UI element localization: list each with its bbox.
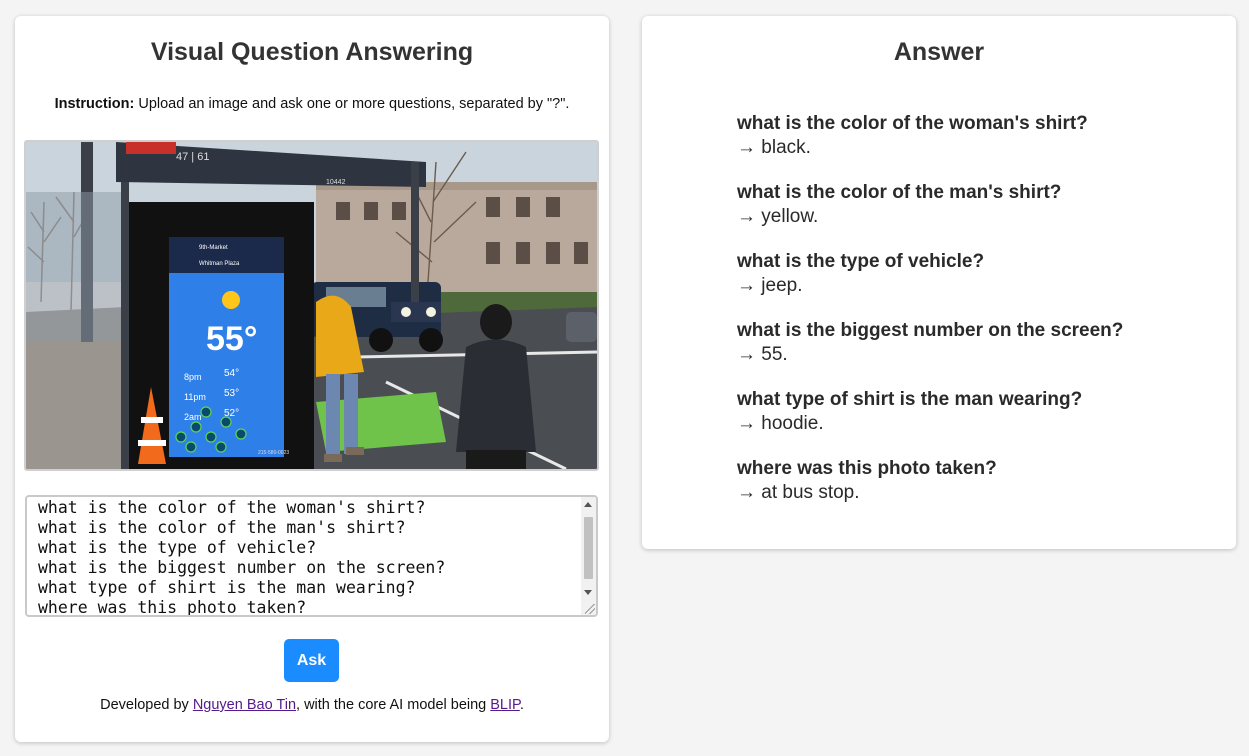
answer-question: what is the color of the woman's shirt?: [737, 113, 1088, 134]
svg-text:215-580-0023: 215-580-0023: [258, 450, 289, 456]
scroll-thumb[interactable]: [584, 517, 593, 579]
answer-item: what is the type of vehicle? → jeep.: [737, 250, 1217, 297]
answer-text: → 55.: [737, 344, 788, 365]
svg-text:53°: 53°: [224, 388, 239, 399]
answer-question: what is the type of vehicle?: [737, 251, 985, 272]
answer-text: → black.: [737, 137, 811, 158]
svg-text:10442: 10442: [326, 179, 346, 186]
answer-list: what is the color of the woman's shirt? …: [737, 112, 1217, 526]
uploaded-image[interactable]: 47 | 61 10442 9th-Market Whitman Plaza 5…: [24, 140, 599, 471]
answer-question: what is the color of the man's shirt?: [737, 182, 1062, 203]
footer-suffix: .: [519, 697, 524, 713]
answer-text: → jeep.: [737, 275, 803, 296]
instruction-label: Instruction:: [54, 96, 135, 112]
page-title: Visual Question Answering: [150, 38, 474, 66]
svg-text:47 | 61: 47 | 61: [176, 151, 209, 163]
instruction-body: Upload an image and ask one or more ques…: [134, 96, 570, 112]
svg-text:11pm: 11pm: [184, 392, 206, 402]
scroll-down-icon[interactable]: [584, 590, 592, 595]
svg-text:8pm: 8pm: [184, 372, 202, 382]
instruction-text: Instruction: Upload an image and ask one…: [15, 96, 609, 112]
bus-stop-photo: 47 | 61 10442 9th-Market Whitman Plaza 5…: [26, 142, 597, 469]
scroll-up-icon[interactable]: [584, 502, 592, 507]
answer-item: what is the color of the woman's shirt? …: [737, 112, 1217, 159]
footer-middle: , with the core AI model being: [296, 697, 491, 713]
question-input[interactable]: [27, 497, 583, 615]
answer-panel: Answer what is the color of the woman's …: [642, 16, 1236, 549]
resize-grip-icon[interactable]: [585, 604, 595, 614]
model-link[interactable]: BLIP: [490, 697, 520, 713]
question-scrollbar[interactable]: [581, 497, 596, 615]
answer-item: where was this photo taken? → at bus sto…: [737, 457, 1217, 504]
answer-item: what type of shirt is the man wearing? →…: [737, 388, 1217, 435]
answer-text: → at bus stop.: [737, 482, 860, 503]
answer-title: Answer: [893, 38, 985, 66]
answer-text: → yellow.: [737, 206, 819, 227]
question-input-box[interactable]: [25, 495, 598, 617]
ask-button[interactable]: Ask: [284, 639, 339, 682]
svg-text:Whitman Plaza: Whitman Plaza: [199, 261, 240, 267]
vqa-panel: Visual Question Answering Instruction: U…: [15, 16, 609, 742]
answer-item: what is the biggest number on the screen…: [737, 319, 1217, 366]
svg-text:55°: 55°: [206, 320, 257, 358]
answer-text: → hoodie.: [737, 413, 824, 434]
answer-item: what is the color of the man's shirt? → …: [737, 181, 1217, 228]
svg-text:9th-Market: 9th-Market: [199, 245, 228, 251]
svg-text:2am: 2am: [184, 412, 202, 422]
answer-question: what type of shirt is the man wearing?: [737, 389, 1083, 410]
svg-text:54°: 54°: [224, 368, 239, 379]
footer-credit: Developed by Nguyen Bao Tin, with the co…: [15, 697, 609, 713]
author-link[interactable]: Nguyen Bao Tin: [193, 697, 296, 713]
answer-question: what is the biggest number on the screen…: [737, 320, 1124, 341]
answer-question: where was this photo taken?: [737, 458, 997, 479]
footer-prefix: Developed by: [100, 697, 193, 713]
